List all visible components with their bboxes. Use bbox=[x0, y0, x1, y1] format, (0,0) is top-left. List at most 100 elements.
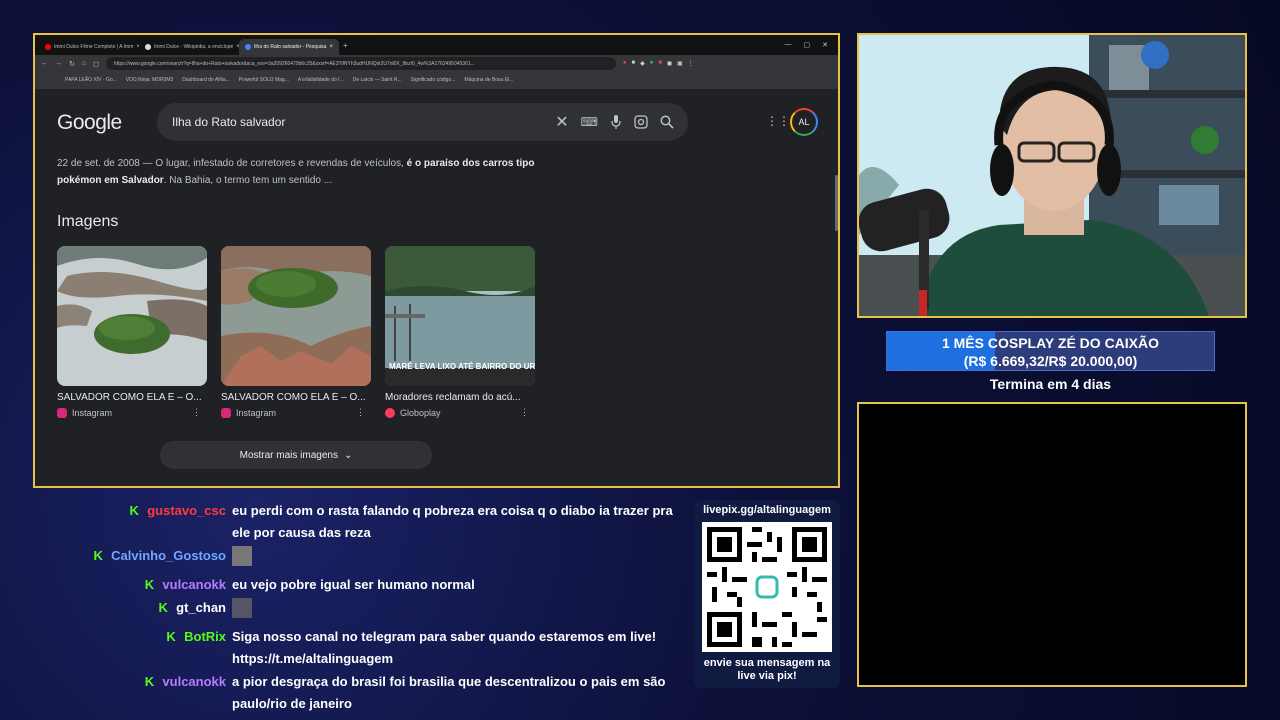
bookmark-item[interactable]: Significado código... bbox=[411, 77, 456, 83]
microphone-icon[interactable] bbox=[610, 115, 622, 129]
bookmark-item[interactable]: PAPA LEÃO XIV - Go... bbox=[65, 77, 117, 83]
close-window-icon[interactable]: ✕ bbox=[822, 41, 828, 49]
chat-username: BotRix bbox=[184, 629, 226, 644]
chat-message: K Calvinho_Gostoso bbox=[60, 545, 690, 573]
bookmark-item[interactable]: VDO.Ninja: MDR9M3 bbox=[126, 77, 174, 83]
image-title[interactable]: SALVADOR COMO ELA É – O... bbox=[57, 392, 207, 403]
extension-icon[interactable]: ● bbox=[623, 60, 627, 67]
image-thumbnail[interactable] bbox=[57, 246, 207, 386]
kick-icon: K bbox=[158, 600, 168, 615]
chat-message: Kvulcanokk a pior desgraça do brasil foi… bbox=[60, 671, 690, 715]
emote-image bbox=[232, 598, 252, 618]
browser-capture: Immi Dulce Filme Completo | A Imm× Immi … bbox=[33, 33, 840, 488]
emote-image bbox=[232, 546, 252, 566]
images-heading[interactable]: Imagens bbox=[57, 213, 118, 231]
reload-icon[interactable]: ↻ bbox=[69, 60, 75, 68]
bookmark-item[interactable]: Dashboard do Afilia... bbox=[182, 77, 230, 83]
image-source[interactable]: Instagram bbox=[236, 408, 276, 418]
back-icon[interactable]: ← bbox=[41, 60, 48, 67]
extension-icon[interactable]: ● bbox=[650, 60, 654, 67]
address-bar[interactable]: https://www.google.com/search?q=Ilha+do+… bbox=[105, 57, 616, 70]
chat-text: a pior desgraça do brasil foi brasilia q… bbox=[232, 674, 666, 711]
chat-message: Kvulcanokk eu vejo pobre igual ser human… bbox=[60, 574, 690, 596]
chat-message: Kgt_chan bbox=[60, 597, 690, 625]
more-options-icon[interactable]: ⋮ bbox=[356, 407, 365, 418]
instagram-icon bbox=[221, 407, 231, 418]
youtube-icon bbox=[45, 44, 51, 50]
more-options-icon[interactable]: ⋮ bbox=[520, 407, 529, 418]
chat-text: eu vejo pobre igual ser humano normal bbox=[232, 577, 475, 592]
goal-amount: (R$ 6.669,32/R$ 20.000,00) bbox=[963, 353, 1138, 369]
qr-code bbox=[702, 522, 832, 652]
minimize-icon[interactable]: — bbox=[785, 41, 792, 49]
search-box[interactable]: Ilha do Rato salvador ✕ ⌨ bbox=[157, 103, 688, 141]
donation-goal-bar: 1 MÊS COSPLAY ZÉ DO CAIXÃO (R$ 6.669,32/… bbox=[886, 331, 1215, 371]
webcam-feed bbox=[857, 33, 1247, 318]
image-source[interactable]: Globoplay bbox=[400, 408, 441, 418]
tab-bar: Immi Dulce Filme Completo | A Imm× Immi … bbox=[35, 35, 838, 55]
chat-username: Calvinho_Gostoso bbox=[111, 548, 226, 563]
chat-username: vulcanokk bbox=[162, 674, 226, 689]
image-thumbnail[interactable] bbox=[221, 246, 371, 386]
search-query[interactable]: Ilha do Rato salvador bbox=[172, 115, 285, 129]
google-results-page: Google Ilha do Rato salvador ✕ ⌨ ⋮⋮⋮ AL … bbox=[35, 89, 838, 486]
chat-text: Siga nosso canal no telegram para saber … bbox=[232, 629, 657, 666]
image-title[interactable]: SALVADOR COMO ELA É – O... bbox=[221, 392, 371, 403]
bookmark-item[interactable]: Máquina de Bosa El... bbox=[464, 77, 513, 83]
home-icon[interactable]: ⌂ bbox=[82, 60, 86, 67]
more-options-icon[interactable]: ⋮ bbox=[192, 407, 201, 418]
result-snippet: 22 de set. de 2008 — O lugar, infestado … bbox=[57, 158, 535, 186]
tab-google-search[interactable]: Ilha do Rato salvador - Pesquisa × bbox=[239, 39, 339, 55]
pix-qr-panel: livepix.gg/altalinguagem envie sua mensa… bbox=[694, 500, 840, 688]
empty-panel bbox=[857, 402, 1247, 687]
tab-wikipedia[interactable]: Immi Dulce - Wikipédia, a enciclopé× bbox=[139, 39, 239, 55]
extension-icon[interactable]: ▣ bbox=[677, 60, 683, 67]
extension-icons: ● ■ ◆ ● ■ ◼ ▣ ⋮ bbox=[623, 60, 694, 67]
chat-overlay: Kgustavo_csc eu perdi com o rasta faland… bbox=[60, 500, 690, 716]
forward-icon[interactable]: → bbox=[55, 60, 62, 67]
toolbar: ← → ↻ ⌂ ◻ https://www.google.com/search?… bbox=[35, 55, 838, 89]
close-tab-icon[interactable]: × bbox=[329, 44, 333, 50]
maximize-icon[interactable]: ▢ bbox=[804, 41, 811, 49]
show-more-images-button[interactable]: Mostrar mais imagens ⌄ bbox=[160, 441, 432, 469]
chat-username: gustavo_csc bbox=[147, 503, 226, 518]
image-source[interactable]: Instagram bbox=[72, 408, 112, 418]
bookmark-item[interactable]: A infalibilidade do I... bbox=[298, 77, 344, 83]
lens-icon[interactable] bbox=[634, 115, 648, 129]
pix-url: livepix.gg/altalinguagem bbox=[703, 504, 831, 516]
image-result-card[interactable]: SALVADOR COMO ELA É – O... Instagram ⋮ bbox=[57, 246, 207, 418]
image-title[interactable]: Moradores reclamam do acú... bbox=[385, 392, 535, 403]
keyboard-icon[interactable]: ⌨ bbox=[581, 115, 598, 129]
google-icon bbox=[245, 44, 251, 50]
google-logo[interactable]: Google bbox=[57, 111, 122, 135]
bookmark-icon[interactable]: ◻ bbox=[93, 60, 99, 68]
extension-icon[interactable]: ◼ bbox=[667, 60, 672, 67]
image-thumbnail[interactable]: MARÉ LEVA LIXO ATÉ BAIRRO DO URUG bbox=[385, 246, 535, 386]
instagram-icon bbox=[57, 407, 67, 418]
kick-icon: K bbox=[144, 577, 155, 592]
avatar[interactable]: AL bbox=[790, 108, 818, 136]
video-overlay-caption: MARÉ LEVA LIXO ATÉ BAIRRO DO URUG bbox=[389, 362, 535, 371]
goal-title: 1 MÊS COSPLAY ZÉ DO CAIXÃO bbox=[941, 335, 1160, 351]
search-icon[interactable] bbox=[660, 115, 674, 129]
chat-message: K BotRix Siga nosso canal no telegram par… bbox=[60, 626, 690, 670]
tab-immi-dulce-filme[interactable]: Immi Dulce Filme Completo | A Imm× bbox=[39, 39, 139, 55]
extension-icon[interactable]: ■ bbox=[658, 60, 662, 67]
extension-icon[interactable]: ◆ bbox=[640, 60, 645, 67]
bookmarks-bar: PAPA LEÃO XIV - Go... VDO.Ninja: MDR9M3 … bbox=[35, 72, 838, 87]
new-tab-button[interactable]: + bbox=[343, 41, 348, 50]
kick-icon: K bbox=[166, 629, 176, 644]
image-result-card[interactable]: SALVADOR COMO ELA É – O... Instagram ⋮ bbox=[221, 246, 371, 418]
goal-deadline: Termina em 4 dias bbox=[989, 376, 1112, 392]
chat-username: gt_chan bbox=[176, 600, 226, 615]
kick-icon: K bbox=[93, 548, 103, 563]
bookmark-item[interactable]: Powerful SOLO Mag... bbox=[239, 77, 289, 83]
clear-icon[interactable]: ✕ bbox=[555, 112, 568, 132]
wikipedia-icon bbox=[145, 44, 151, 50]
menu-icon[interactable]: ⋮ bbox=[688, 60, 694, 67]
chat-message: Kgustavo_csc eu perdi com o rasta faland… bbox=[60, 500, 690, 544]
extension-icon[interactable]: ■ bbox=[632, 60, 636, 67]
bookmark-item[interactable]: De Laicis — Saint R... bbox=[353, 77, 402, 83]
scrollbar[interactable] bbox=[835, 175, 838, 231]
image-result-card[interactable]: MARÉ LEVA LIXO ATÉ BAIRRO DO URUG Morado… bbox=[385, 246, 535, 418]
